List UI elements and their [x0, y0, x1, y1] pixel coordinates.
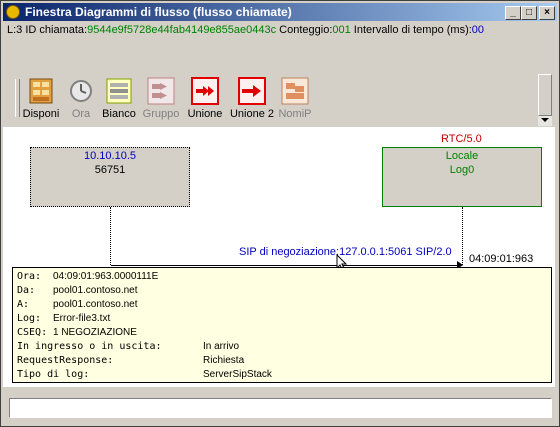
message-details-panel: Ora: 04:09:01:963.0000111E Da: pool01.cont…	[12, 267, 552, 383]
merge-icon	[191, 77, 219, 105]
detail-reqresp-row: RequestResponse: Richiesta	[17, 355, 245, 366]
toolbar-button-white[interactable]: Bianco	[101, 77, 137, 120]
source-ip: 10.10.10.5	[84, 150, 136, 162]
maximize-button[interactable]: □	[521, 6, 537, 20]
toolbar-button-arrange[interactable]: Disponi	[21, 77, 61, 120]
destination-lifeline	[462, 207, 463, 265]
toolbar-button-merge[interactable]: Unione	[185, 77, 225, 120]
names-icon	[281, 77, 309, 105]
white-label: Bianco	[102, 108, 136, 120]
close-button[interactable]: ×	[539, 6, 555, 20]
merge2-label: Unione 2	[229, 108, 275, 120]
title-bar[interactable]: Finestra Diagrammi di flusso (flusso chi…	[3, 3, 557, 21]
interval-label: Intervallo di tempo (ms):	[350, 24, 472, 36]
toolbar-button-names[interactable]: NomiP	[277, 77, 313, 120]
minimize-button[interactable]: _	[505, 6, 521, 20]
destination-node[interactable]: Locale Log0	[382, 147, 542, 207]
detail-logtype-row: Tipo di log: ServerSipStack	[17, 369, 272, 380]
detail-from-row: Da: pool01.contoso.net	[17, 285, 138, 296]
toolbar-button-time[interactable]: Ora	[67, 77, 95, 120]
detail-direction-row: In ingresso o in uscita: In arrivo	[17, 341, 240, 352]
call-id-value: 9544e9f5728e44fab4149e855ae0443c	[87, 24, 277, 36]
source-lifeline	[110, 207, 111, 265]
source-node[interactable]: 10.10.10.5 56751	[30, 147, 190, 207]
call-id-label: L:3 ID chiamata:	[7, 24, 88, 36]
names-label: NomiP	[278, 108, 312, 120]
destination-name: Locale	[445, 150, 479, 162]
source-port: 56751	[94, 164, 126, 176]
status-bar	[9, 398, 552, 418]
toolbar-button-group[interactable]: Gruppo	[141, 77, 181, 120]
clock-icon	[67, 77, 95, 105]
detail-cseq-row: CSEQ: 1 NEGOZIAZIONE	[17, 327, 137, 338]
time-label: Ora	[71, 108, 91, 120]
call-info-bar: L:3 ID chiamata:9544e9f5728e44fab4149e85…	[7, 24, 484, 36]
toolbar-button-merge2[interactable]: Unione 2	[227, 77, 277, 120]
toolbar-grip[interactable]	[15, 79, 20, 117]
merge2-icon	[238, 77, 266, 105]
scrollbar-thumb[interactable]	[538, 74, 552, 116]
detail-log-row: Log: Error-file3.txt	[17, 313, 111, 324]
count-value: 001	[332, 24, 351, 36]
detail-to-row: A: pool01.contoso.net	[17, 299, 138, 310]
toolbar-scrollbar[interactable]	[538, 74, 552, 126]
message-arrow[interactable]	[111, 265, 461, 266]
merge-label: Unione	[187, 108, 223, 120]
flow-diagram-window: Finestra Diagrammi di flusso (flusso chi…	[0, 0, 560, 427]
interval-value: 00	[471, 24, 485, 36]
detail-time-row: Ora: 04:09:01:963.0000111E	[17, 271, 159, 282]
scroll-down-icon[interactable]	[541, 118, 549, 122]
toolbar: Disponi Ora Bianco Gruppo Unione Unione …	[13, 77, 533, 125]
rtc-label: RTC/5.0	[441, 133, 482, 145]
window-title: Finestra Diagrammi di flusso (flusso chi…	[25, 5, 292, 19]
arrange-icon	[27, 77, 55, 105]
arrange-label: Disponi	[22, 108, 60, 120]
group-icon	[147, 77, 175, 105]
white-icon	[105, 77, 133, 105]
count-label: Conteggio:	[276, 24, 333, 36]
group-label: Gruppo	[142, 108, 180, 120]
message-time: 04:09:01:963	[469, 253, 534, 265]
app-icon	[6, 5, 20, 19]
destination-log: Log0	[449, 164, 475, 176]
